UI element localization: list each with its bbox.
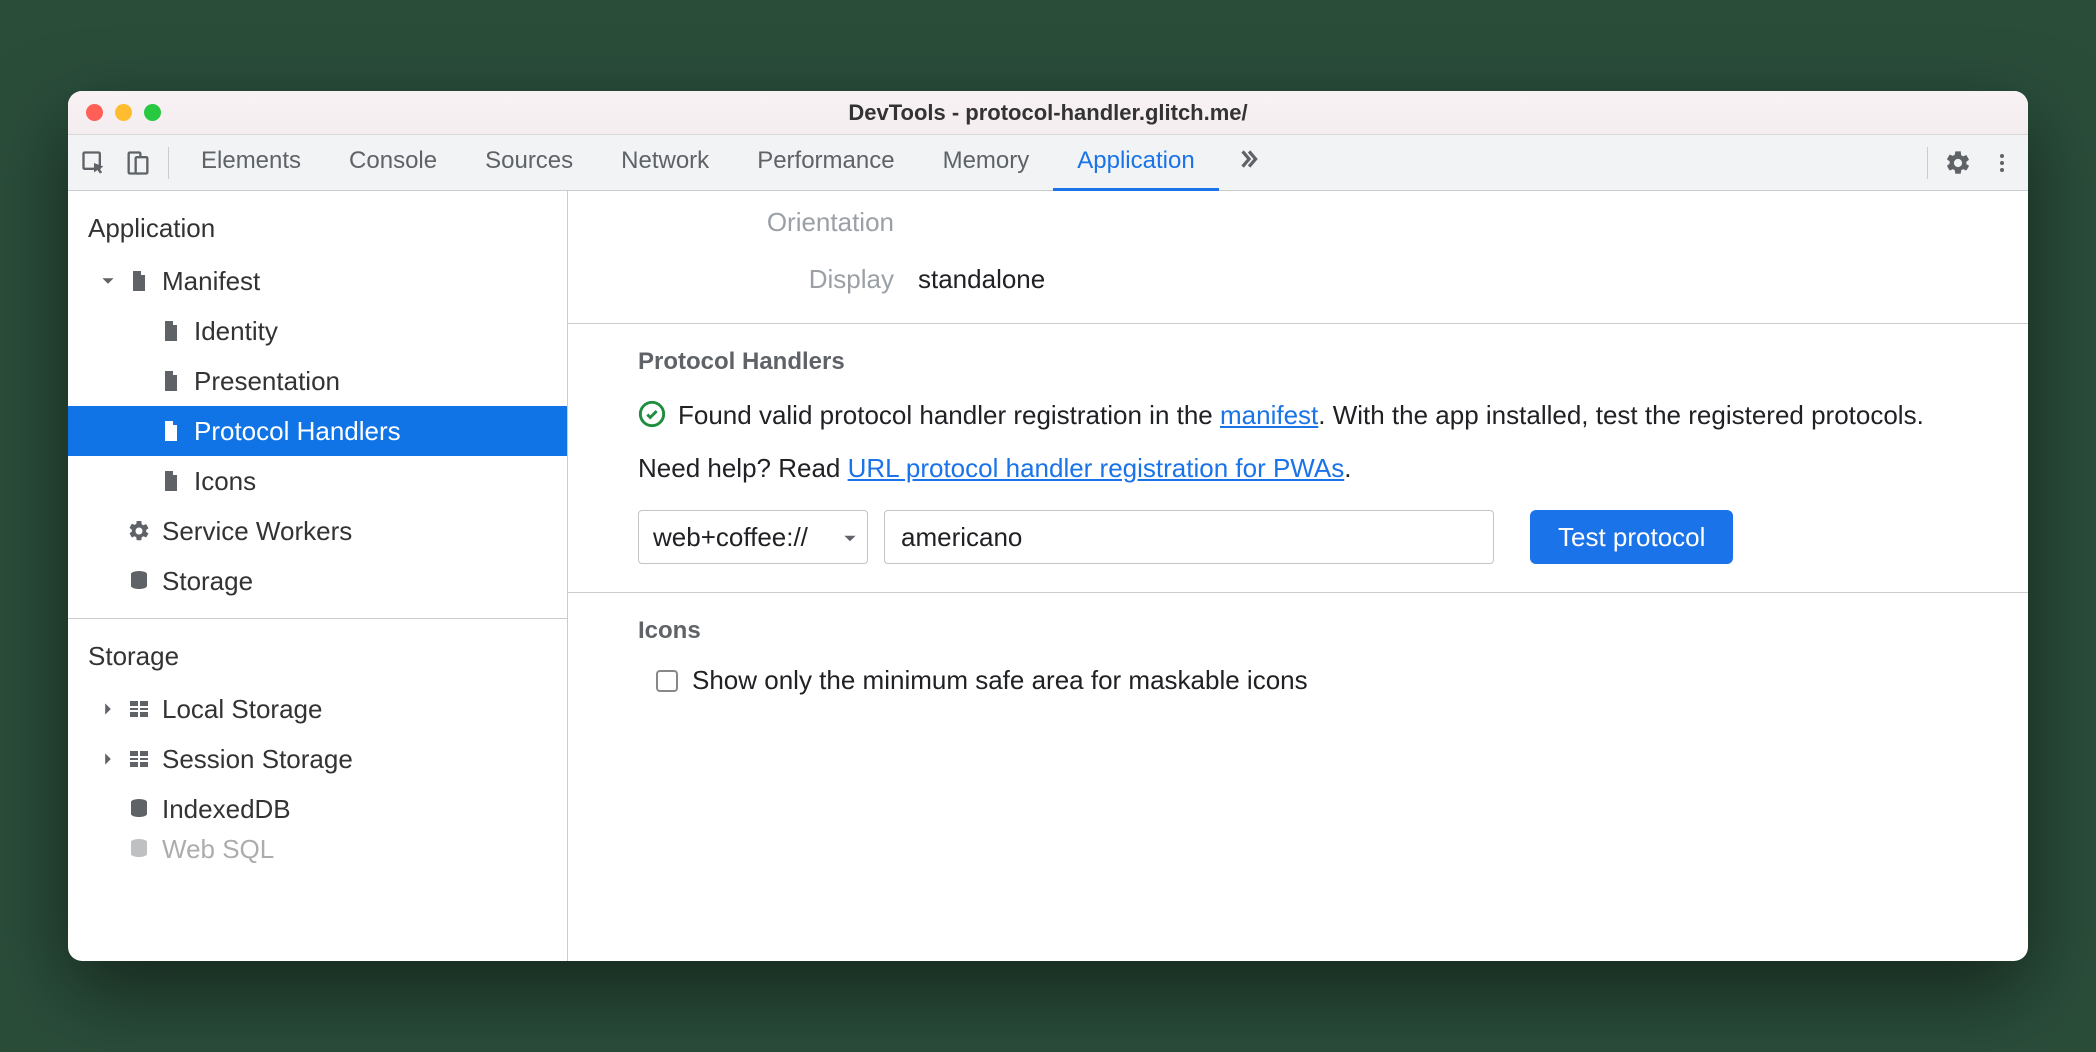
divider <box>68 618 567 619</box>
grid-icon <box>126 696 152 722</box>
traffic-lights <box>86 104 161 121</box>
grid-icon <box>126 746 152 772</box>
maskable-checkbox-label: Show only the minimum safe area for mask… <box>692 665 1308 696</box>
sidebar-item-manifest[interactable]: Manifest <box>68 256 567 306</box>
inspect-element-icon[interactable] <box>72 141 116 185</box>
file-icon <box>126 268 152 294</box>
kebab-menu-icon[interactable] <box>1980 141 2024 185</box>
orientation-row: Orientation <box>568 199 2028 256</box>
status-line: Found valid protocol handler registratio… <box>638 396 1958 435</box>
maskable-checkbox-row: Show only the minimum safe area for mask… <box>638 665 1958 696</box>
divider <box>1927 147 1928 179</box>
sidebar-item-label: Presentation <box>194 366 340 397</box>
window-title: DevTools - protocol-handler.glitch.me/ <box>68 100 2028 126</box>
icons-title: Icons <box>638 617 1958 645</box>
sidebar-item-indexeddb[interactable]: IndexedDB <box>68 784 567 834</box>
protocol-select[interactable]: web+coffee:// <box>638 510 868 564</box>
sidebar-item-identity[interactable]: Identity <box>68 306 567 356</box>
titlebar: DevTools - protocol-handler.glitch.me/ <box>68 91 2028 135</box>
protocol-url-input[interactable] <box>884 510 1494 564</box>
file-icon <box>158 468 184 494</box>
tab-network[interactable]: Network <box>597 135 733 191</box>
tab-performance[interactable]: Performance <box>733 135 918 191</box>
protocol-handlers-title: Protocol Handlers <box>638 348 1958 376</box>
sidebar-item-label: Local Storage <box>162 694 322 725</box>
sidebar-item-web-sql[interactable]: Web SQL <box>68 834 567 864</box>
file-icon <box>158 318 184 344</box>
device-toolbar-icon[interactable] <box>116 141 160 185</box>
content-area: Application Manifest Identity Presentati… <box>68 191 2028 961</box>
sidebar-item-label: IndexedDB <box>162 794 291 825</box>
chevron-down-icon <box>843 522 857 553</box>
maximize-window-button[interactable] <box>144 104 161 121</box>
main-panel: Orientation Display standalone Protocol … <box>568 191 2028 961</box>
right-controls <box>1919 141 2024 185</box>
chevron-down-icon <box>100 273 116 289</box>
sidebar-item-presentation[interactable]: Presentation <box>68 356 567 406</box>
sidebar-section-storage: Storage <box>68 631 567 684</box>
sidebar-item-label: Protocol Handlers <box>194 416 401 447</box>
settings-icon[interactable] <box>1936 141 1980 185</box>
sidebar-item-label: Storage <box>162 566 253 597</box>
display-row: Display standalone <box>568 256 2028 323</box>
protocol-handlers-panel: Protocol Handlers Found valid protocol h… <box>568 324 2028 592</box>
sidebar-item-storage[interactable]: Storage <box>68 556 567 606</box>
sidebar-item-label: Service Workers <box>162 516 352 547</box>
icons-panel: Icons Show only the minimum safe area fo… <box>568 593 2028 724</box>
file-icon <box>158 368 184 394</box>
sidebar-item-label: Web SQL <box>162 834 274 864</box>
tab-console[interactable]: Console <box>325 135 461 191</box>
sidebar-item-session-storage[interactable]: Session Storage <box>68 734 567 784</box>
sidebar-section-application: Application <box>68 203 567 256</box>
check-circle-icon <box>638 400 666 428</box>
chevron-right-icon <box>100 701 116 717</box>
sidebar-item-label: Session Storage <box>162 744 353 775</box>
display-label: Display <box>568 264 918 295</box>
help-line: Need help? Read URL protocol handler reg… <box>638 453 1958 484</box>
tab-memory[interactable]: Memory <box>919 135 1054 191</box>
sidebar-item-service-workers[interactable]: Service Workers <box>68 506 567 556</box>
test-protocol-button[interactable]: Test protocol <box>1530 510 1733 564</box>
sidebar-item-protocol-handlers[interactable]: Protocol Handlers <box>68 406 567 456</box>
devtools-window: DevTools - protocol-handler.glitch.me/ E… <box>68 91 2028 961</box>
tab-application[interactable]: Application <box>1053 135 1218 191</box>
sidebar-item-local-storage[interactable]: Local Storage <box>68 684 567 734</box>
protocol-test-form: web+coffee:// Test protocol <box>638 510 1958 564</box>
sidebar-item-label: Icons <box>194 466 256 497</box>
tab-elements[interactable]: Elements <box>177 135 325 191</box>
gear-icon <box>126 518 152 544</box>
file-icon <box>158 418 184 444</box>
divider <box>168 147 169 179</box>
chevron-right-icon <box>100 751 116 767</box>
display-value: standalone <box>918 264 1045 295</box>
tab-sources[interactable]: Sources <box>461 135 597 191</box>
database-icon <box>126 836 152 862</box>
help-suffix: . <box>1344 453 1351 483</box>
close-window-button[interactable] <box>86 104 103 121</box>
database-icon <box>126 796 152 822</box>
orientation-label: Orientation <box>568 207 918 238</box>
minimize-window-button[interactable] <box>115 104 132 121</box>
status-text: Found valid protocol handler registratio… <box>678 396 1958 435</box>
help-link[interactable]: URL protocol handler registration for PW… <box>848 453 1345 483</box>
sidebar-item-label: Manifest <box>162 266 260 297</box>
sidebar-item-icons[interactable]: Icons <box>68 456 567 506</box>
protocol-select-value: web+coffee:// <box>653 522 808 553</box>
status-prefix: Found valid protocol handler registratio… <box>678 400 1220 430</box>
status-suffix: . With the app installed, test the regis… <box>1318 400 1924 430</box>
maskable-checkbox[interactable] <box>656 670 678 692</box>
more-tabs-button[interactable] <box>1219 146 1277 179</box>
sidebar: Application Manifest Identity Presentati… <box>68 191 568 961</box>
manifest-link[interactable]: manifest <box>1220 400 1318 430</box>
help-prefix: Need help? Read <box>638 453 848 483</box>
database-icon <box>126 568 152 594</box>
panel-tabs: Elements Console Sources Network Perform… <box>177 135 1919 191</box>
tabbar: Elements Console Sources Network Perform… <box>68 135 2028 191</box>
sidebar-item-label: Identity <box>194 316 278 347</box>
